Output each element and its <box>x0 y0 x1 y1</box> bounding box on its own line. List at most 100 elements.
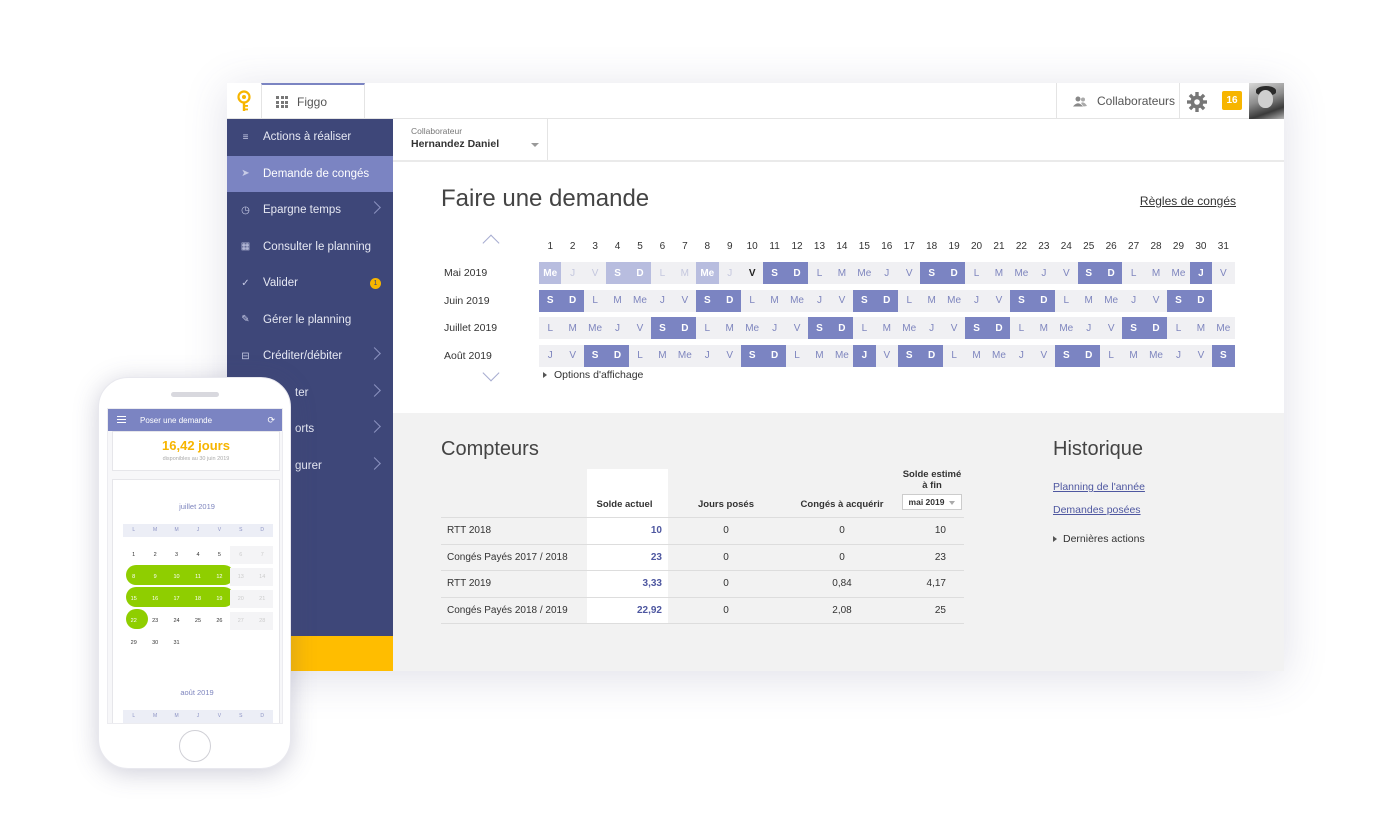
calendar-day[interactable]: V <box>785 317 809 339</box>
calendar-day[interactable]: M <box>965 344 988 367</box>
calendar-day[interactable]: S <box>920 262 943 284</box>
calendar-day[interactable]: D <box>673 317 697 339</box>
calendar-day[interactable]: V <box>1032 344 1056 367</box>
calendar-day[interactable]: 19 <box>209 590 230 608</box>
calendar-day[interactable]: 28 <box>251 612 273 630</box>
calendar-day[interactable]: 30 <box>144 634 165 652</box>
calendar-day[interactable]: L <box>740 289 764 312</box>
notification-badge[interactable]: 16 <box>1222 91 1242 110</box>
home-button[interactable] <box>179 730 211 762</box>
calendar-day[interactable]: J <box>1077 317 1100 339</box>
period-select[interactable]: mai 2019 <box>901 494 963 510</box>
calendar-day[interactable]: D <box>606 344 629 367</box>
calendar-day[interactable]: D <box>1099 262 1123 284</box>
chevron-up-icon[interactable] <box>482 234 500 252</box>
year-planning-link[interactable]: Planning de l'année <box>1053 481 1145 493</box>
calendar-day[interactable]: L <box>583 289 607 312</box>
calendar-day[interactable]: 13 <box>230 568 252 586</box>
calendar-day[interactable]: V <box>1189 344 1213 367</box>
calendar-day[interactable]: J <box>853 344 876 367</box>
calendar-day[interactable]: J <box>539 344 562 367</box>
last-actions-toggle[interactable]: Dernières actions <box>1053 533 1145 545</box>
sidebar-item[interactable]: ⊟ Créditer/débiter <box>227 338 393 375</box>
sidebar-item[interactable]: ◷ Epargne temps <box>227 192 393 229</box>
calendar-day[interactable]: Me <box>1167 262 1190 284</box>
calendar-day[interactable]: Me <box>1010 262 1033 284</box>
calendar-day[interactable]: V <box>987 289 1011 312</box>
calendar-day[interactable]: S <box>808 317 831 339</box>
calendar-day[interactable]: J <box>1010 344 1033 367</box>
calendar-day[interactable]: D <box>718 289 741 312</box>
calendar-day[interactable]: L <box>651 262 674 284</box>
calendar-day[interactable]: 2 <box>144 546 165 564</box>
calendar-day[interactable]: Me <box>1144 344 1168 367</box>
calendar-day[interactable]: V <box>1212 262 1235 284</box>
calendar-day[interactable]: 26 <box>209 612 230 630</box>
calendar-day[interactable]: J <box>1189 262 1213 284</box>
calendar-day[interactable]: S <box>1077 262 1100 284</box>
calendar-day[interactable]: M <box>1189 317 1213 339</box>
leave-rules-link[interactable]: Règles de congés <box>1140 194 1236 208</box>
menu-icon[interactable] <box>117 416 126 423</box>
calendar-day[interactable]: M <box>763 289 786 312</box>
calendar-day[interactable]: J <box>808 289 831 312</box>
calendar-day[interactable]: 16 <box>144 590 165 608</box>
gear-icon[interactable] <box>1186 91 1208 113</box>
calendar-day[interactable]: S <box>1010 289 1033 312</box>
calendar-day[interactable]: Me <box>785 289 809 312</box>
calendar-day[interactable]: D <box>1144 317 1168 339</box>
calendar-day[interactable]: 8 <box>123 568 144 586</box>
calendar-day[interactable]: V <box>583 262 607 284</box>
calendar-day[interactable]: V <box>740 262 764 284</box>
calendar-day[interactable]: 31 <box>166 634 187 652</box>
calendar-day[interactable]: J <box>875 262 898 284</box>
calendar-day[interactable]: J <box>920 317 943 339</box>
calendar-day[interactable]: M <box>561 317 584 339</box>
collaborators-button[interactable]: Collaborateurs <box>1056 83 1180 119</box>
calendar-day[interactable]: S <box>763 262 786 284</box>
sidebar-item[interactable]: ▦ Consulter le planning <box>227 229 393 266</box>
calendar-day[interactable]: Me <box>942 289 966 312</box>
calendar-day[interactable]: V <box>673 289 697 312</box>
calendar-day[interactable]: 10 <box>166 568 187 586</box>
calendar-day[interactable]: J <box>965 289 988 312</box>
calendar-day[interactable]: 9 <box>144 568 165 586</box>
calendar-day[interactable]: L <box>1055 289 1078 312</box>
calendar-day[interactable]: D <box>1077 344 1100 367</box>
calendar-day[interactable]: L <box>1099 344 1123 367</box>
calendar-day[interactable]: V <box>830 289 854 312</box>
calendar-day[interactable]: 18 <box>187 590 208 608</box>
calendar-day[interactable]: L <box>539 317 562 339</box>
sidebar-item[interactable]: ➤ Demande de congés <box>227 155 393 192</box>
calendar-day[interactable]: D <box>628 262 652 284</box>
calendar-day[interactable]: Me <box>1212 317 1235 339</box>
calendar-day[interactable]: 6 <box>230 546 252 564</box>
calendar-day[interactable]: Me <box>740 317 764 339</box>
display-options-toggle[interactable]: Options d'affichage <box>543 369 643 381</box>
calendar-day[interactable]: S <box>606 262 629 284</box>
calendar-day[interactable]: S <box>965 317 988 339</box>
calendar-day[interactable]: D <box>1032 289 1056 312</box>
calendar-day[interactable]: 29 <box>123 634 144 652</box>
calendar-day[interactable]: J <box>763 317 786 339</box>
calendar-day[interactable]: 27 <box>230 612 252 630</box>
calendar-day[interactable]: S <box>898 344 921 367</box>
calendar-day[interactable]: Me <box>539 262 562 284</box>
calendar-day[interactable]: Me <box>583 317 607 339</box>
calendar-day[interactable]: M <box>1122 344 1145 367</box>
calendar-day[interactable]: Me <box>628 289 652 312</box>
calendar-day[interactable]: D <box>1189 289 1213 312</box>
calendar-day[interactable]: Me <box>853 262 876 284</box>
calendar-day[interactable]: 21 <box>251 590 273 608</box>
calendar-day[interactable]: D <box>987 317 1011 339</box>
calendar-day[interactable]: 3 <box>166 546 187 564</box>
calendar-day[interactable]: M <box>651 344 674 367</box>
calendar-day[interactable]: S <box>1122 317 1145 339</box>
calendar-day[interactable]: Me <box>1055 317 1078 339</box>
table-cell[interactable]: 23 <box>587 544 668 571</box>
calendar-day[interactable]: 1 <box>123 546 144 564</box>
calendar-day[interactable]: 23 <box>144 612 165 630</box>
calendar-day[interactable]: D <box>830 317 854 339</box>
calendar-day[interactable]: S <box>651 317 674 339</box>
table-cell[interactable]: 22,92 <box>587 597 668 624</box>
